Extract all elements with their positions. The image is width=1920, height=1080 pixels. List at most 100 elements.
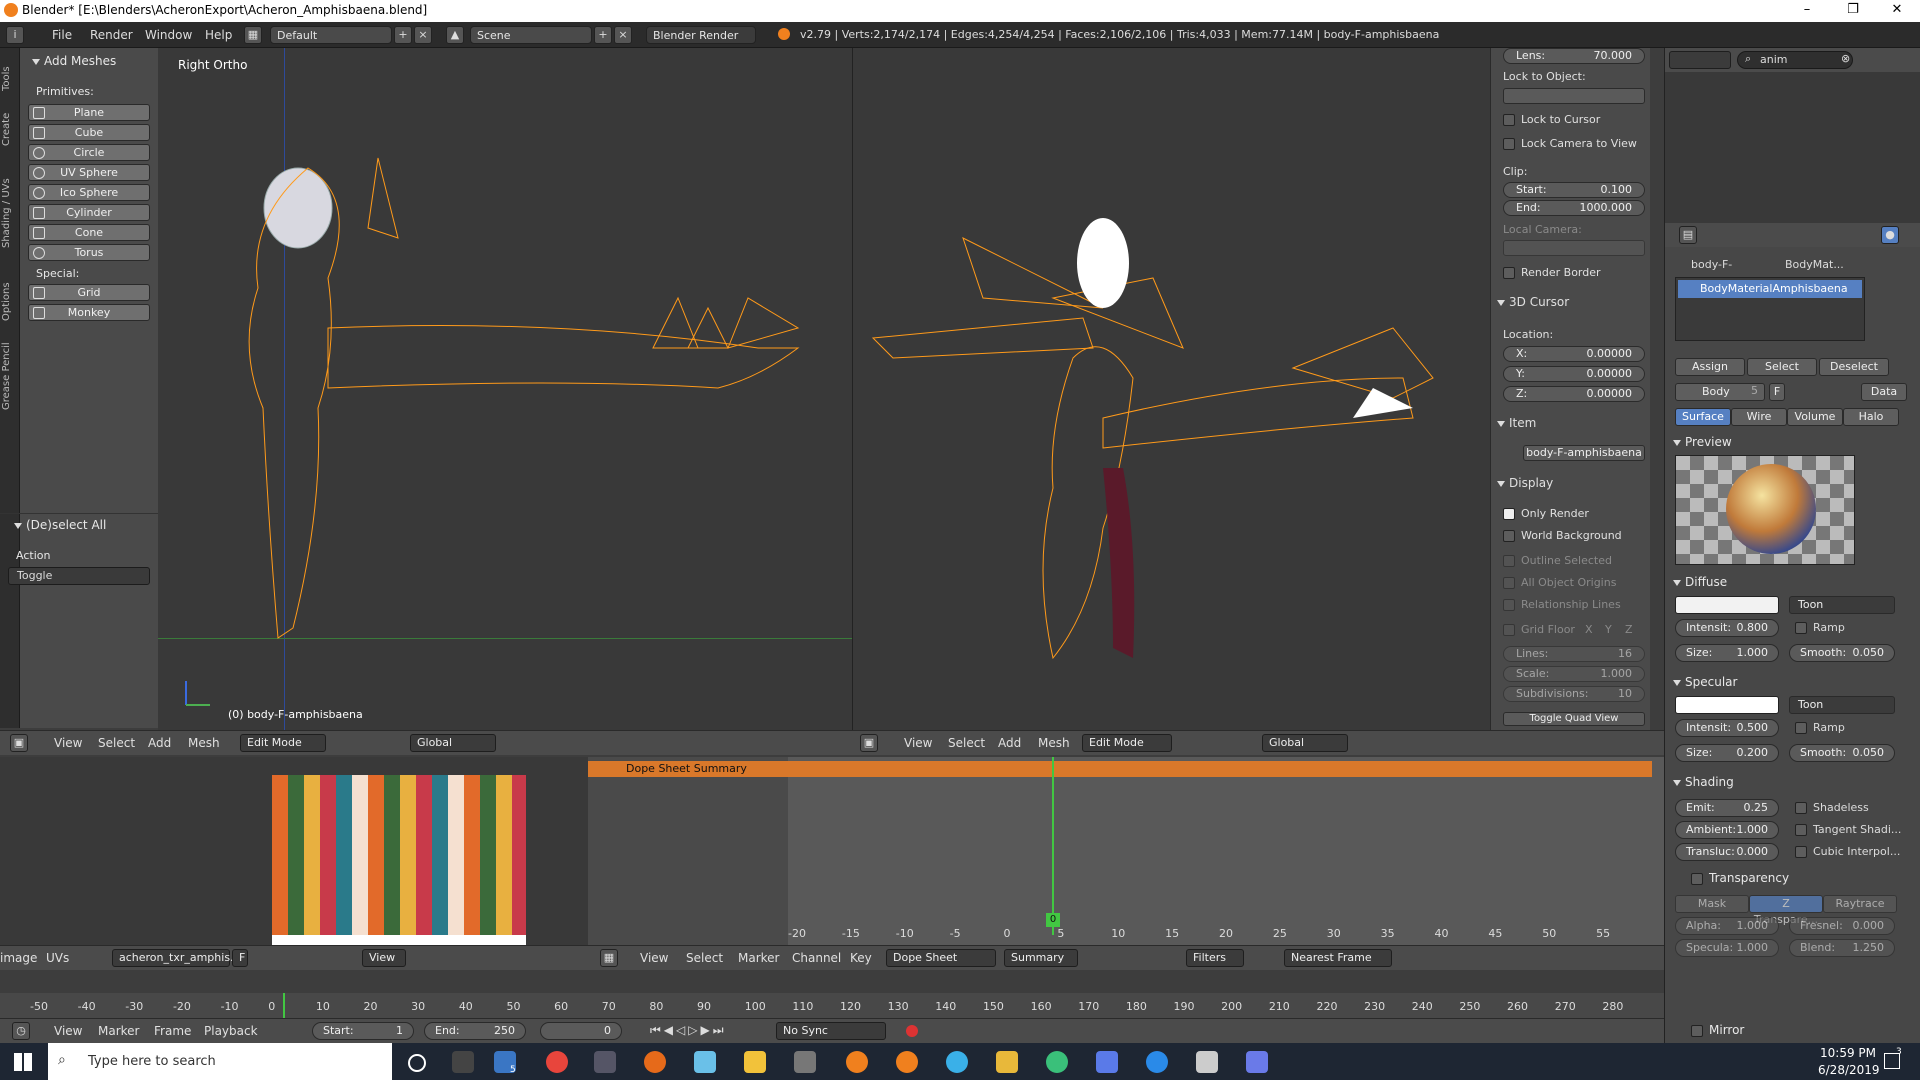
menu-file[interactable]: File <box>52 28 72 42</box>
add-cone-button[interactable]: Cone <box>28 224 150 241</box>
tab-wire[interactable]: Wire <box>1731 408 1787 426</box>
taskbar-search[interactable]: ⌕ Type here to search <box>48 1043 392 1080</box>
start-frame-field[interactable]: Start: 1 <box>312 1022 414 1040</box>
add-monkey-button[interactable]: Monkey <box>28 304 150 321</box>
transparency-z-button[interactable]: Z Transpare... <box>1749 895 1823 926</box>
dope-sheet-editor[interactable]: Dope Sheet Summary 0 -20 -15 -10 -5 0 5 10 15 20… <box>588 757 1664 967</box>
discord-icon[interactable] <box>1246 1051 1268 1073</box>
clear-search-icon[interactable]: ⊗ <box>1841 52 1850 65</box>
app-icon[interactable] <box>1046 1051 1068 1073</box>
breadcrumb-material[interactable]: BodyMat... <box>1785 258 1844 271</box>
lens-field[interactable]: Lens: 70.000 <box>1503 48 1645 64</box>
subdivisions-field[interactable]: Subdivisions: 10 <box>1503 686 1645 702</box>
fresnel-field[interactable]: Fresnel: 0.000 <box>1789 917 1895 935</box>
layout-grid-icon[interactable]: ▦ <box>244 26 262 44</box>
relationship-lines-checkbox[interactable] <box>1503 599 1515 611</box>
menu-add[interactable]: Add <box>148 736 171 750</box>
menu-marker[interactable]: Marker <box>738 951 779 965</box>
diffuse-ramp-checkbox[interactable] <box>1795 622 1807 634</box>
add-meshes-header[interactable]: Add Meshes <box>32 54 116 68</box>
breadcrumb-object[interactable]: body-F- <box>1691 258 1732 271</box>
left-model-wireframe[interactable] <box>158 48 852 730</box>
menu-window[interactable]: Window <box>145 28 192 42</box>
tangent-shading-checkbox[interactable] <box>1795 824 1807 836</box>
info-editor-icon[interactable]: i <box>6 26 24 44</box>
remove-layout-icon[interactable]: × <box>414 26 432 44</box>
clock-date[interactable]: 6/28/2019 <box>1818 1063 1880 1077</box>
menu-add[interactable]: Add <box>998 736 1021 750</box>
scene-field[interactable]: Scene <box>470 26 592 44</box>
end-frame-field[interactable]: End: 250 <box>424 1022 526 1040</box>
menu-frame[interactable]: Frame <box>154 1024 191 1038</box>
menu-mesh[interactable]: Mesh <box>1038 736 1070 750</box>
select-button[interactable]: Select <box>1747 358 1817 376</box>
mode-dropdown[interactable]: Edit Mode <box>1082 734 1172 752</box>
specular-section-header[interactable]: Specular <box>1673 675 1737 689</box>
grid-x-toggle[interactable]: X <box>1585 623 1593 636</box>
material-tab-icon[interactable]: ● <box>1881 226 1899 244</box>
firefox-icon[interactable] <box>644 1051 666 1073</box>
menu-channel[interactable]: Channel <box>792 951 841 965</box>
dope-sheet-summary-row[interactable]: Dope Sheet Summary <box>588 761 1652 777</box>
blend-field[interactable]: Blend: 1.250 <box>1789 939 1895 957</box>
editor-type-icon[interactable]: ▣ <box>10 734 28 752</box>
tab-shading-uvs[interactable]: Shading / UVs <box>1 158 19 268</box>
alpha-field[interactable]: Alpha: 1.000 <box>1675 917 1779 935</box>
editor-type-icon[interactable]: ◷ <box>12 1022 30 1040</box>
all-origins-checkbox[interactable] <box>1503 577 1515 589</box>
grid-z-toggle[interactable]: Z <box>1625 623 1633 636</box>
specular-size-field[interactable]: Size: 0.200 <box>1675 744 1779 762</box>
screen-layout-field[interactable]: Default <box>270 26 392 44</box>
fake-user-button[interactable]: F <box>1769 383 1785 401</box>
specular-smooth-field[interactable]: Smooth: 0.050 <box>1789 744 1895 762</box>
grid-floor-checkbox[interactable] <box>1503 624 1515 636</box>
add-circle-button[interactable]: Circle <box>28 144 150 161</box>
local-camera-field[interactable] <box>1503 240 1645 256</box>
steam-icon[interactable] <box>1146 1051 1168 1073</box>
add-plane-button[interactable]: Plane <box>28 104 150 121</box>
tab-surface[interactable]: Surface <box>1675 408 1731 426</box>
tab-create[interactable]: Create <box>1 106 19 152</box>
tab-options[interactable]: Options <box>1 276 19 328</box>
app-icon[interactable] <box>694 1051 716 1073</box>
clip-start-field[interactable]: Start: 0.100 <box>1503 182 1645 198</box>
menu-marker[interactable]: Marker <box>98 1024 139 1038</box>
operator-panel-header[interactable]: (De)select All <box>14 518 106 532</box>
diffuse-color-swatch[interactable] <box>1675 596 1779 614</box>
current-frame-marker[interactable]: 0 <box>1046 913 1060 927</box>
photos-icon[interactable] <box>1196 1051 1218 1073</box>
viewport-left[interactable]: Right Ortho (0) body-F-amphisbaena <box>158 48 852 730</box>
viewport-right[interactable] <box>852 48 1490 730</box>
clock-time[interactable]: 10:59 PM <box>1820 1046 1876 1060</box>
transparency-section-header[interactable]: Transparency <box>1709 871 1789 885</box>
current-frame-field[interactable]: 0 <box>540 1022 622 1040</box>
preview-section-header[interactable]: Preview <box>1673 435 1732 449</box>
specular-alpha-field[interactable]: Specula: 1.000 <box>1675 939 1779 957</box>
app-icon[interactable] <box>996 1051 1018 1073</box>
uv-view-menu[interactable]: View <box>362 949 406 967</box>
display-section-header[interactable]: Display <box>1497 476 1553 490</box>
menu-render[interactable]: Render <box>90 28 133 42</box>
render-border-checkbox[interactable] <box>1503 267 1515 279</box>
app-icon[interactable] <box>594 1051 616 1073</box>
menu-select[interactable]: Select <box>948 736 985 750</box>
summary-toggle[interactable]: Summary <box>1004 949 1078 967</box>
only-render-checkbox[interactable] <box>1503 508 1515 520</box>
outliner-display-dropdown[interactable] <box>1669 51 1731 69</box>
cortana-icon[interactable] <box>408 1054 426 1072</box>
sync-mode-dropdown[interactable]: No Sync <box>776 1022 886 1040</box>
menu-key[interactable]: Key <box>850 951 872 965</box>
menu-select[interactable]: Select <box>686 951 723 965</box>
material-slot-item[interactable]: BodyMaterialAmphisbaena <box>1678 280 1862 298</box>
translucency-field[interactable]: Transluc: 0.000 <box>1675 843 1779 861</box>
tab-volume[interactable]: Volume <box>1787 408 1843 426</box>
cubic-interpolation-checkbox[interactable] <box>1795 846 1807 858</box>
snap-mode-dropdown[interactable]: Nearest Frame <box>1284 949 1392 967</box>
item-section-header[interactable]: Item <box>1497 416 1536 430</box>
diffuse-shader-dropdown[interactable]: Toon <box>1789 596 1895 614</box>
app-icon[interactable] <box>946 1051 968 1073</box>
remove-scene-icon[interactable]: × <box>614 26 632 44</box>
mirror-checkbox[interactable] <box>1691 1025 1703 1037</box>
outline-selected-checkbox[interactable] <box>1503 555 1515 567</box>
shading-section-header[interactable]: Shading <box>1673 775 1734 789</box>
